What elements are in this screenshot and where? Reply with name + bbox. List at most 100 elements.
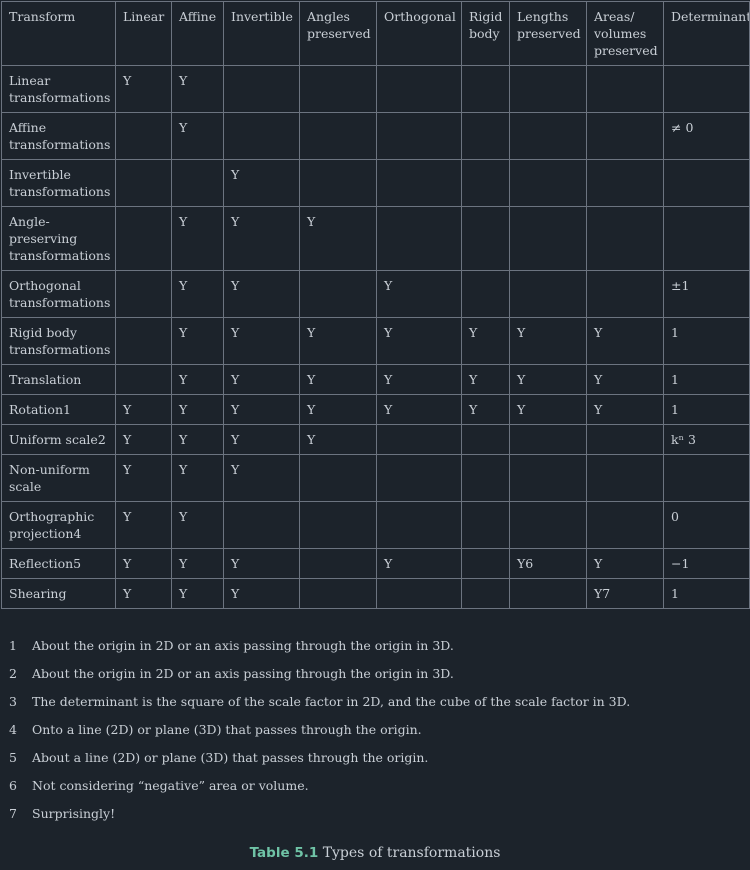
table-cell	[376, 206, 462, 271]
caption-label: Table 5.1	[249, 845, 319, 861]
table-cell: Y	[586, 364, 664, 395]
row-label-text: Reflection	[9, 556, 74, 571]
table-cell	[299, 548, 377, 579]
row-label-text: Non-uniform scale	[9, 462, 90, 494]
table-cell: Y	[299, 364, 377, 395]
row-label: Non-uniform scale	[1, 454, 116, 502]
row-label-text: Shearing	[9, 586, 67, 601]
table-cell: Y	[223, 454, 300, 502]
table-cell	[223, 501, 300, 549]
row-label-text: Orthogonal transformations	[9, 278, 111, 310]
column-header: Determinant	[663, 1, 750, 66]
row-label: Orthogonal transformations	[1, 270, 116, 318]
footnote-ref[interactable]: 4	[73, 526, 81, 541]
table-cell: 1	[663, 364, 750, 395]
footnote-number[interactable]: 3	[9, 688, 32, 716]
footnote-ref[interactable]: 1	[63, 402, 71, 417]
table-cell	[509, 578, 587, 609]
table-cell: Y	[299, 317, 377, 365]
table-cell	[663, 159, 750, 207]
table-cell	[586, 112, 664, 160]
table-cell: Y	[171, 578, 224, 609]
table-cell: Y	[223, 317, 300, 365]
footnote-text: Not considering “negative” area or volum…	[32, 778, 309, 793]
row-label-text: Rigid body transformations	[9, 325, 111, 357]
footnote: 6 Not considering “negative” area or volu…	[9, 772, 630, 800]
footnote-ref[interactable]: 5	[73, 556, 81, 571]
footnotes: 1 About the origin in 2D or an axis passi…	[9, 632, 630, 828]
table-cell: Y	[115, 501, 172, 549]
table-cell	[509, 270, 587, 318]
footnote-number[interactable]: 7	[9, 800, 32, 828]
column-header: Invertible	[223, 1, 300, 66]
page: Transform Linear Affine Invertible Angle…	[0, 0, 750, 870]
footnote-ref[interactable]: 2	[98, 432, 106, 447]
table-cell	[376, 424, 462, 455]
table-cell	[376, 578, 462, 609]
column-header: Transform	[1, 1, 116, 66]
table-cell	[663, 206, 750, 271]
table-cell	[115, 206, 172, 271]
table-cell	[299, 112, 377, 160]
table-cell	[376, 159, 462, 207]
footnote-number[interactable]: 2	[9, 660, 32, 688]
table-cell	[461, 424, 510, 455]
table-cell: Y	[461, 364, 510, 395]
table-cell	[115, 159, 172, 207]
footnote-text: Onto a line (2D) or plane (3D) that pass…	[32, 722, 422, 737]
table-cell: Y	[461, 394, 510, 425]
table-cell: Y	[223, 578, 300, 609]
footnote-number[interactable]: 1	[9, 632, 32, 660]
table-cell	[586, 501, 664, 549]
footnote-number[interactable]: 5	[9, 744, 32, 772]
table-cell: Y	[509, 317, 587, 365]
table-cell: Y	[223, 206, 300, 271]
table-cell: Y	[115, 578, 172, 609]
table-cell	[586, 65, 664, 113]
row-label: Linear transformations	[1, 65, 116, 113]
table-cell: Y	[586, 394, 664, 425]
table-cell: Y7	[586, 578, 664, 609]
table-cell	[223, 65, 300, 113]
footnote-number[interactable]: 4	[9, 716, 32, 744]
table-cell	[299, 159, 377, 207]
footnote-text: The determinant is the square of the sca…	[32, 694, 631, 709]
table-row: Rotation1 Y Y Y Y Y Y Y Y 1	[1, 394, 750, 425]
table-cell: Y	[223, 394, 300, 425]
table-cell: Y	[509, 394, 587, 425]
column-header: Rigid body	[461, 1, 510, 66]
table-row: Affine transformations Y ≠ 0	[1, 112, 750, 160]
footnote-number[interactable]: 6	[9, 772, 32, 800]
table-cell: Y	[376, 364, 462, 395]
table-cell: Y	[461, 317, 510, 365]
table-cell: Y	[376, 270, 462, 318]
table-row: Linear transformations Y Y	[1, 65, 750, 113]
table-cell: Y	[223, 424, 300, 455]
column-header: Linear	[115, 1, 172, 66]
footnote-text: About the origin in 2D or an axis passin…	[32, 666, 454, 681]
table-row: Shearing Y Y Y Y7 1	[1, 578, 750, 609]
table-cell	[509, 501, 587, 549]
row-label-text: Invertible transformations	[9, 167, 111, 199]
footnote: 2 About the origin in 2D or an axis passi…	[9, 660, 630, 688]
table-cell: Y	[376, 317, 462, 365]
table-cell: 1	[663, 317, 750, 365]
row-label: Uniform scale2	[1, 424, 116, 455]
row-label: Angle-preserving transformations	[1, 206, 116, 271]
table-cell: Y	[586, 548, 664, 579]
column-header: Orthogonal	[376, 1, 462, 66]
table-cell: ≠ 0	[663, 112, 750, 160]
table-cell	[509, 454, 587, 502]
table-cell	[509, 112, 587, 160]
footnote-text: Surprisingly!	[32, 806, 116, 821]
table-header-row: Transform Linear Affine Invertible Angle…	[1, 1, 750, 66]
row-label-text: Angle-preserving transformations	[9, 214, 111, 263]
row-label-text: Orthographic projection	[9, 509, 95, 541]
table-cell: ±1	[663, 270, 750, 318]
table-cell	[376, 454, 462, 502]
table-body: Linear transformations Y Y Affine transform…	[1, 65, 750, 609]
table-row: Reflection5 Y Y Y Y Y6 Y −1	[1, 548, 750, 579]
table-cell: Y	[299, 206, 377, 271]
row-label: Orthographic projection4	[1, 501, 116, 549]
table-cell: Y	[171, 364, 224, 395]
